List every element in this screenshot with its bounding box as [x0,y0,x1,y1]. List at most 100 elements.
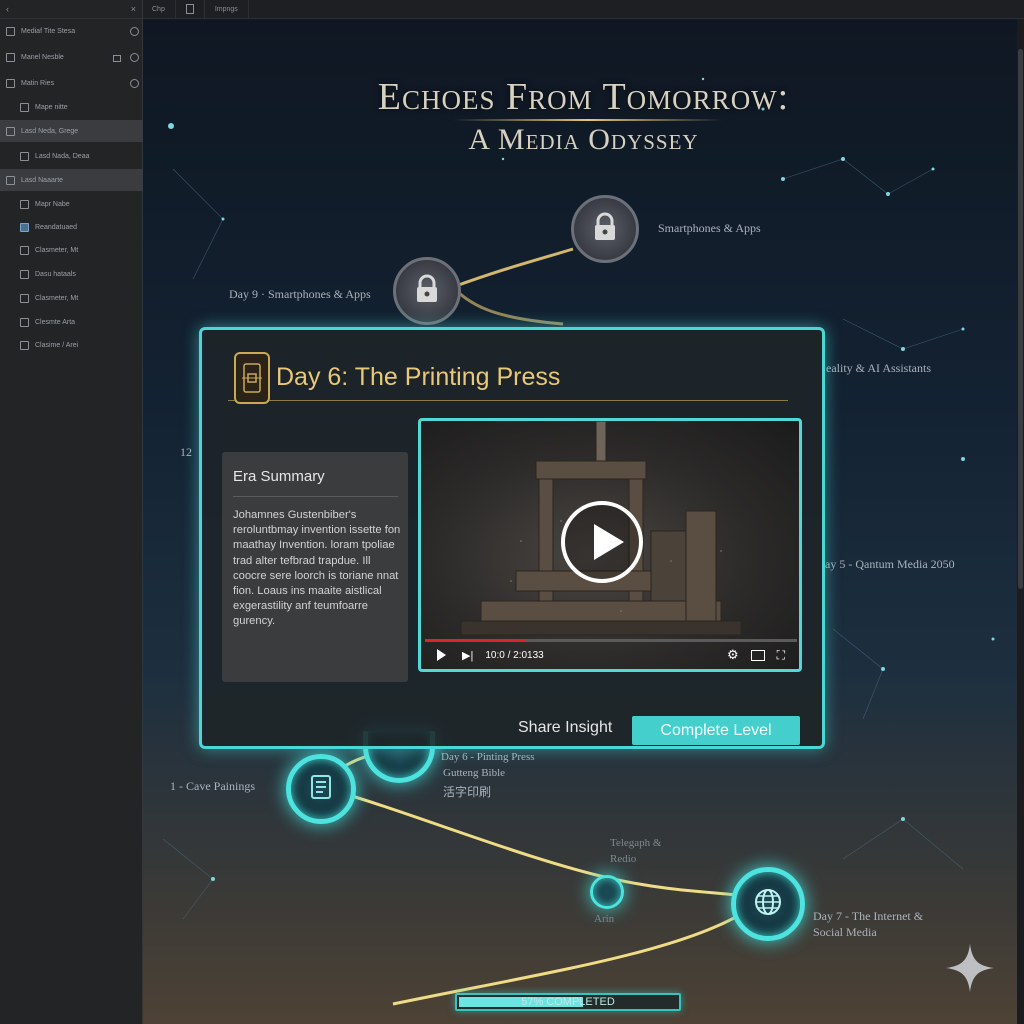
back-icon[interactable]: ‹ [6,4,9,14]
level-progress-bar: 57% COMPLETED [455,993,681,1011]
sidebar-item[interactable]: Manel Nesble [0,46,147,68]
video-player[interactable]: ▶| 10:0 / 2:0133 ⚙ ⛶ [418,418,802,672]
layer-icon [20,102,29,112]
locked-level-node[interactable] [393,257,461,325]
complete-level-button[interactable]: Complete Level [632,716,800,745]
sidebar: ‹ × Mediaf Tite Stesa Manel Nesble Matin… [0,0,147,1024]
play-icon[interactable] [437,649,446,661]
sidebar-item-label: Mape nitte [35,103,68,111]
node-label-cave: 1 - Cave Painings [170,779,255,793]
grid-icon [20,340,29,350]
tab-1[interactable]: Chp [142,0,176,18]
image-icon [20,222,29,232]
level-node-internet[interactable] [731,867,805,941]
node-label-printing-press-sub: Gutteng Bible [443,767,506,779]
sidebar-item[interactable]: Reandatuaed [0,216,161,238]
game-subtitle: A Media Odyssey [468,123,699,156]
sidebar-item[interactable]: Clasmeter, Mt [0,287,161,309]
sidebar-item-label: Mediaf Tite Stesa [21,27,76,35]
node-label-ai: eality & AI Assistants [826,361,931,375]
sidebar-item-label: Clasime / Arei [35,341,79,349]
node-label-smartphones: Smartphones & Apps [658,221,761,235]
visibility-icon[interactable] [130,26,139,36]
node-label-telegraph-sub: Redio [610,853,637,865]
lock-icon [414,274,440,309]
folder-icon [6,126,15,136]
sidebar-item-label: Clasmeter, Mt [35,294,79,302]
locked-level-node[interactable] [571,195,639,263]
level-modal: Day 6: The Printing Press Era Summary Jo… [199,327,825,749]
node-label-quantum: ay 5 - Qantum Media 2050 [825,557,955,571]
sidebar-item[interactable]: Mape nitte [0,96,161,118]
tab-2[interactable] [176,0,205,18]
sidebar-item[interactable]: Matin Ries [0,72,147,94]
level-progress-label: 57% COMPLETED [521,996,615,1008]
play-button[interactable] [561,501,643,583]
grid-icon [20,317,29,327]
image-icon [20,245,29,255]
sidebar-item[interactable]: Lasd Neda, Grege [0,120,147,142]
node-label-telegraph: Telegaph & [610,837,662,849]
title-divider [453,119,723,121]
scroll-icon [308,773,334,806]
grid-icon [20,293,29,303]
sidebar-item-label: Lasd Naaarte [21,176,64,184]
node-label-day7-sub: Social Media [813,925,877,939]
level-node-cave-paintings[interactable] [286,754,356,824]
grid-icon [20,151,29,161]
node-label-day9: Day 9 · Smartphones & Apps [229,287,371,301]
game-scene: Echoes From Tomorrow: A Media Odyssey Sm… [143,19,1024,1024]
sidebar-item[interactable]: Mediaf Tite Stesa [0,20,147,42]
columns-icon [20,269,29,279]
node-label-arin: Arin [594,913,615,925]
document-icon [185,4,194,14]
sidebar-item[interactable]: Clasime / Arei [0,334,161,356]
era-summary-body: Johamnes Gustenbiber's reroluntbmay inve… [233,509,401,628]
game-title: Echoes From Tomorrow: [377,76,790,118]
miniplayer-icon[interactable] [750,649,765,661]
image-icon [20,199,29,209]
sidebar-item[interactable]: Dasu hataals [0,263,161,285]
share-insight-button[interactable]: Share Insight [518,719,612,737]
sidebar-item[interactable]: Lasd Nada, Deaa [0,145,161,167]
modal-title: Day 6: The Printing Press [276,363,561,391]
video-controls: ▶| 10:0 / 2:0133 ⚙ ⛶ [421,641,799,669]
lock-icon[interactable] [113,55,121,62]
level-node-telegraph[interactable] [590,875,624,909]
scrollbar-thumb[interactable] [1018,49,1023,589]
sidebar-item[interactable]: Lasd Naaarte [0,169,147,191]
sidebar-item-label: Clasmeter, Mt [35,246,79,254]
fullscreen-icon[interactable]: ⛶ [777,648,785,663]
close-icon[interactable]: × [131,4,136,14]
node-label-number: 12 [180,445,192,459]
sidebar-item-label: Reandatuaed [35,223,78,231]
video-time: 10:0 / 2:0133 [485,649,544,661]
node-label-day7: Day 7 - The Internet & [813,909,924,923]
grid-icon [6,175,15,185]
sidebar-item[interactable]: Clasmeter, Mt [0,239,161,261]
next-icon[interactable]: ▶| [462,649,473,662]
folder-icon [6,78,15,88]
visibility-icon[interactable] [130,52,139,62]
settings-icon[interactable]: ⚙ [727,647,739,663]
tab-strip: Chp Impngs [142,0,1024,19]
visibility-icon[interactable] [130,78,139,88]
sidebar-item[interactable]: Mapr Nabe [0,193,161,215]
sidebar-item-label: Manel Nesble [21,53,64,61]
node-label-printing-press: Day 6 - Pinting Press [441,751,535,763]
layer-icon [6,52,15,62]
layer-icon [6,26,15,36]
era-summary-card: Era Summary Johamnes Gustenbiber's rerol… [222,452,408,682]
sidebar-item[interactable]: Clesmte Arta [0,311,161,333]
sparkle-icon [946,944,994,992]
node-label-printing-press-cn: 活字印刷 [443,785,492,799]
era-summary-heading: Era Summary [233,468,325,485]
lock-icon [592,212,618,247]
modal-header: Day 6: The Printing Press [228,352,788,404]
globe-icon [753,887,783,922]
sidebar-item-label: Matin Ries [21,79,55,87]
scrollbar[interactable] [1017,19,1024,1024]
tab-3[interactable]: Impngs [205,0,249,18]
sidebar-item-label: Lasd Neda, Grege [21,127,79,135]
era-summary-divider [233,496,398,497]
